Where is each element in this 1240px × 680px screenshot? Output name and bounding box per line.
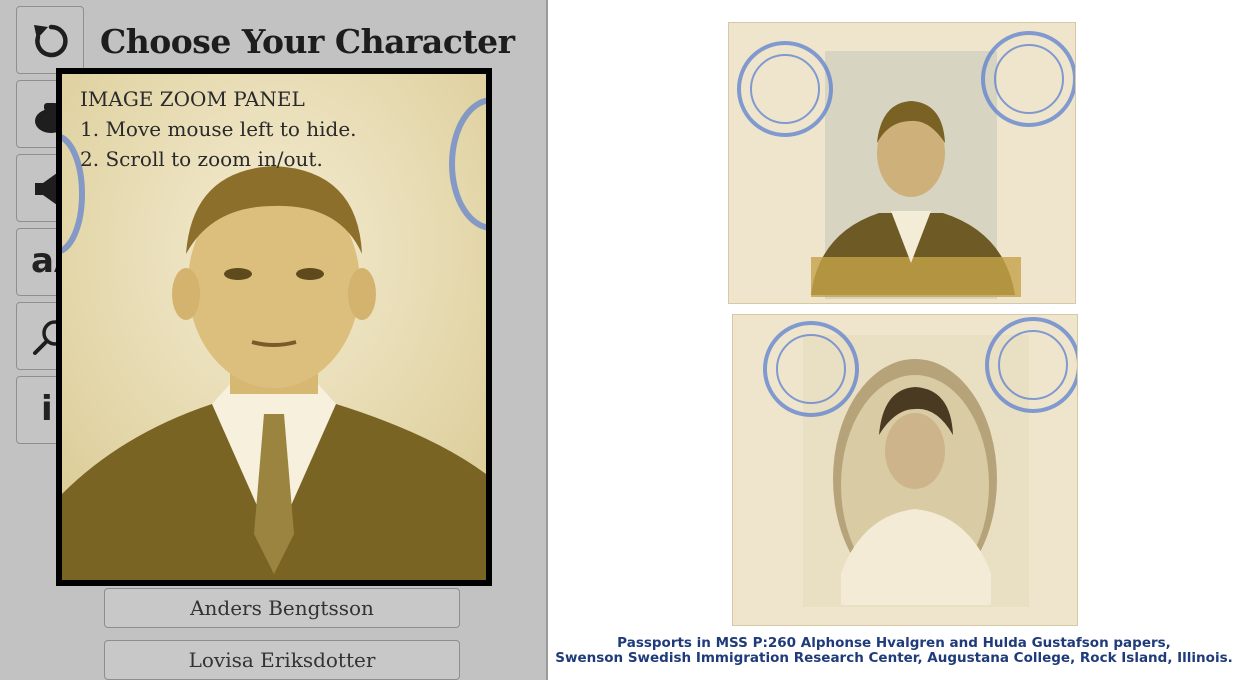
character-button-lovisa[interactable]: Lovisa Eriksdotter [104, 640, 460, 680]
restart-button[interactable] [16, 6, 84, 74]
passport-photo-man [729, 23, 1075, 303]
passport-photo-woman [733, 315, 1077, 625]
caption-line-2: Swenson Swedish Immigration Research Cen… [555, 650, 1233, 666]
zoom-panel-instructions: IMAGE ZOOM PANEL 1. Move mouse left to h… [80, 84, 357, 174]
character-button-anders[interactable]: Anders Bengtsson [104, 588, 460, 628]
passport-page-bottom[interactable] [732, 314, 1078, 626]
passport-page-top[interactable] [728, 22, 1076, 304]
page-title: Choose Your Character [100, 22, 515, 61]
caption-line-1: Passports in MSS P:260 Alphonse Hvalgren… [617, 635, 1171, 651]
zoom-panel-instruction-1: 1. Move mouse left to hide. [80, 117, 357, 141]
document-caption: Passports in MSS P:260 Alphonse Hvalgren… [548, 636, 1240, 666]
info-icon: i [41, 389, 53, 429]
zoomed-portrait: IMAGE ZOOM PANEL 1. Move mouse left to h… [62, 74, 486, 580]
zoom-panel-instruction-2: 2. Scroll to zoom in/out. [80, 147, 323, 171]
restart-icon [34, 24, 68, 58]
zoom-panel-title: IMAGE ZOOM PANEL [80, 87, 305, 111]
passport-document-area [548, 0, 1240, 680]
image-zoom-panel[interactable]: IMAGE ZOOM PANEL 1. Move mouse left to h… [56, 68, 492, 586]
